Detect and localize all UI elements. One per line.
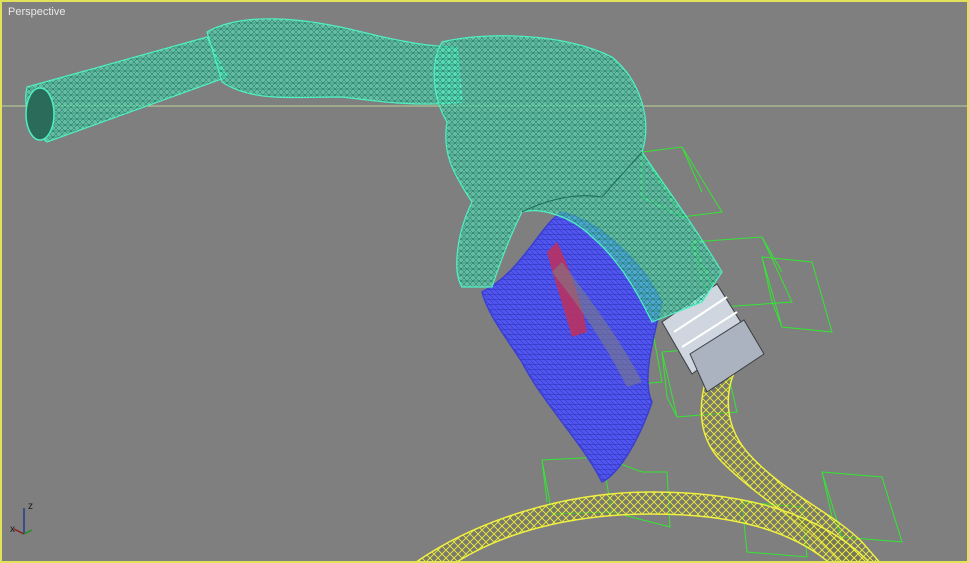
axis-x-label: x (10, 524, 15, 535)
wireframe-scene[interactable]: z x (2, 2, 969, 563)
nozzle-bellows (206, 18, 463, 105)
nozzle-spout (25, 36, 228, 143)
axis-z-label: z (28, 501, 33, 512)
perspective-viewport[interactable]: Perspective z x (0, 0, 969, 563)
axis-gizmo-icon: z x (10, 501, 33, 535)
